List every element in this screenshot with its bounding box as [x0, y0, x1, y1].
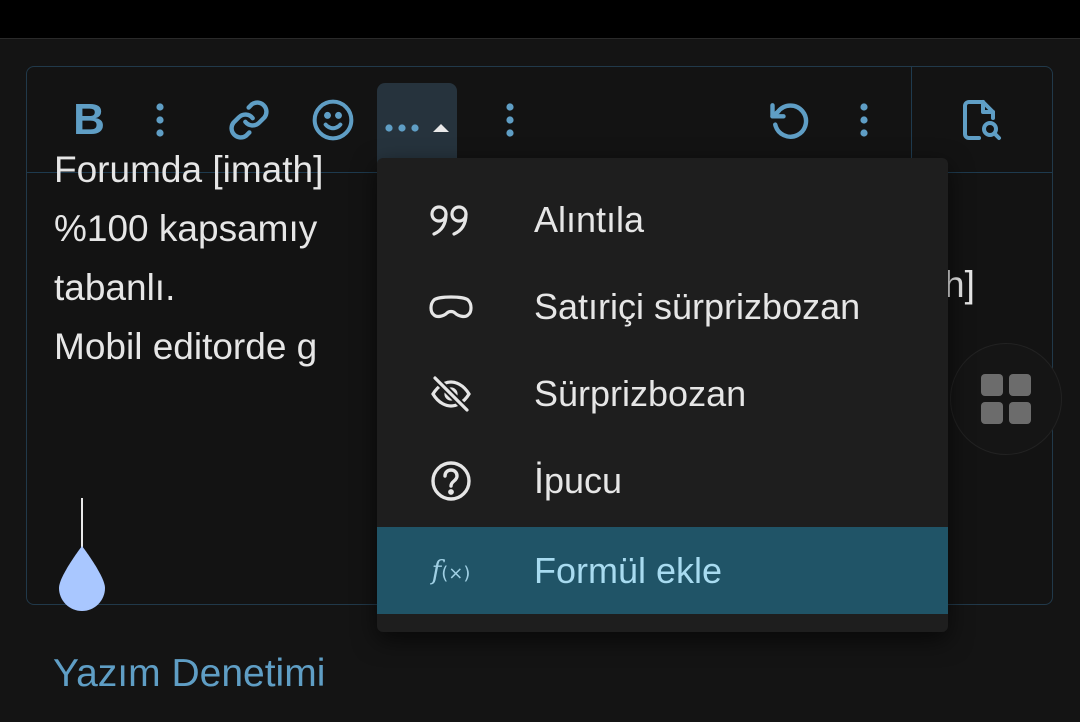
menu-item-label: Formül ekle: [534, 549, 723, 591]
grid-icon-cell: [1009, 374, 1031, 396]
menu-item-label: İpucu: [534, 459, 623, 501]
menu-item-label: Sürprizbozan: [534, 372, 747, 414]
more-vert-icon: [156, 103, 164, 137]
content-line: tabanlı.: [54, 267, 176, 308]
formula-icon-f: f: [431, 555, 442, 586]
more-vert-icon: [506, 103, 514, 137]
cursor-handle[interactable]: [55, 544, 109, 612]
preview-button[interactable]: [955, 67, 1007, 173]
inline-spoiler-icon: [428, 284, 474, 330]
content-line: %100 kapsamıy: [54, 208, 318, 249]
editor-content[interactable]: Forumda [imath] %100 kapsamıy tabanlı. M…: [54, 140, 323, 376]
formula-icon-x: (×): [441, 562, 471, 584]
undo-icon: [770, 103, 809, 139]
link-icon: [229, 100, 269, 140]
grid-icon-cell: [981, 402, 1003, 424]
menu-item-label: Alıntıla: [534, 198, 645, 240]
more-options-dropdown: Alıntıla Satıriçi sürprizbozan Sürprizbo…: [377, 158, 948, 632]
menu-item-inline-spoiler[interactable]: Satıriçi sürprizbozan: [377, 263, 948, 350]
help-circle-icon: [428, 458, 474, 504]
grid-icon-cell: [1009, 402, 1031, 424]
menu-item-label: Satıriçi sürprizbozan: [534, 285, 861, 327]
content-line: Mobil editorde g: [54, 326, 318, 367]
spell-check-link[interactable]: Yazım Denetimi: [53, 652, 325, 696]
status-bar: [0, 0, 1080, 39]
floating-apps-button[interactable]: [950, 343, 1062, 455]
toolbar-divider: [911, 67, 912, 159]
menu-item-insert-formula[interactable]: f(×) Formül ekle: [377, 527, 948, 614]
grid-icon: [981, 374, 1003, 396]
caret-up-icon: [433, 124, 449, 132]
preview-icon: [963, 100, 1001, 140]
menu-item-hint[interactable]: İpucu: [377, 437, 948, 524]
menu-item-quote[interactable]: Alıntıla: [377, 176, 948, 263]
quote-icon: [428, 197, 474, 243]
bold-icon: B: [73, 95, 105, 144]
text-cursor: [81, 498, 83, 550]
content-line: Forumda [imath]: [54, 149, 324, 190]
emoji-icon: [312, 99, 354, 141]
content-fragment: h]: [944, 264, 975, 305]
formula-icon: f(×): [428, 548, 474, 594]
eye-off-icon: [428, 371, 474, 417]
more-horiz-icon: [385, 124, 419, 132]
menu-item-spoiler[interactable]: Sürprizbozan: [377, 350, 948, 437]
more-vert-icon: [860, 103, 868, 137]
